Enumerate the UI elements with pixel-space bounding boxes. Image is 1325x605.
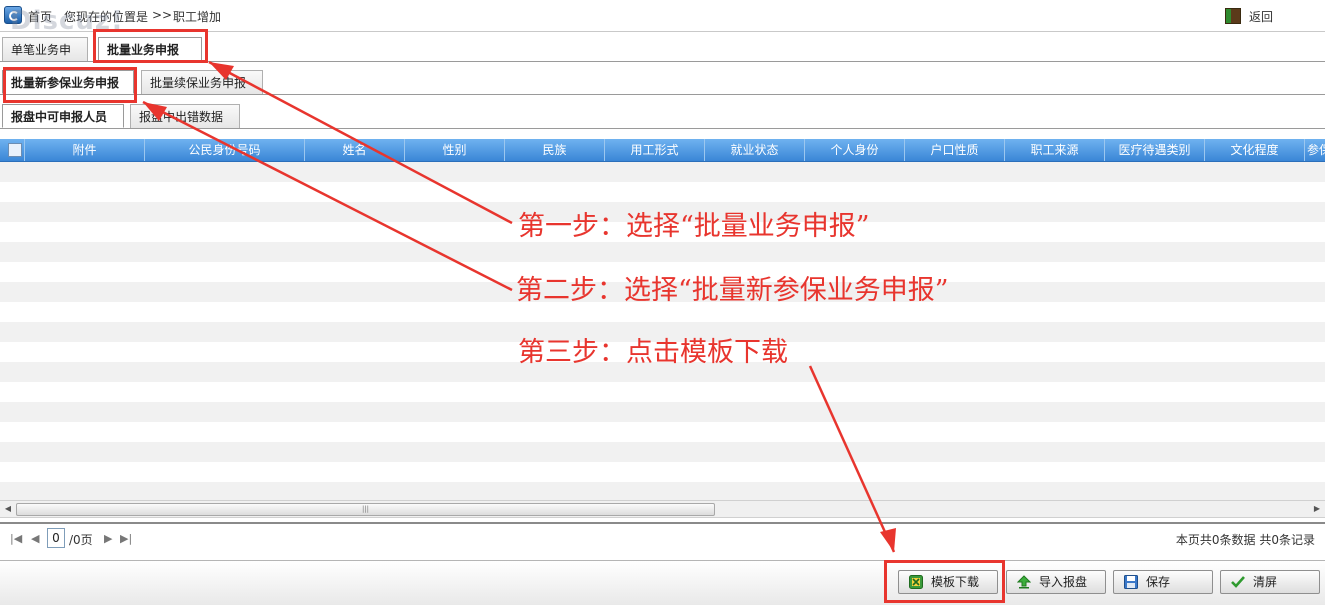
arrow-step1 bbox=[208, 60, 513, 225]
arrowhead-step1 bbox=[209, 62, 234, 80]
arrow-step2 bbox=[142, 100, 513, 292]
annotation-step1: 第一步：选择“批量业务申报” bbox=[518, 211, 870, 242]
arrowhead-step3 bbox=[880, 528, 896, 552]
arrow-step3 bbox=[808, 365, 896, 553]
annotation-step2: 第二步：选择“批量新参保业务申报” bbox=[516, 275, 949, 306]
arrowhead-step2 bbox=[143, 102, 167, 121]
annotation-step3: 第三步：点击模板下载 bbox=[518, 337, 788, 368]
